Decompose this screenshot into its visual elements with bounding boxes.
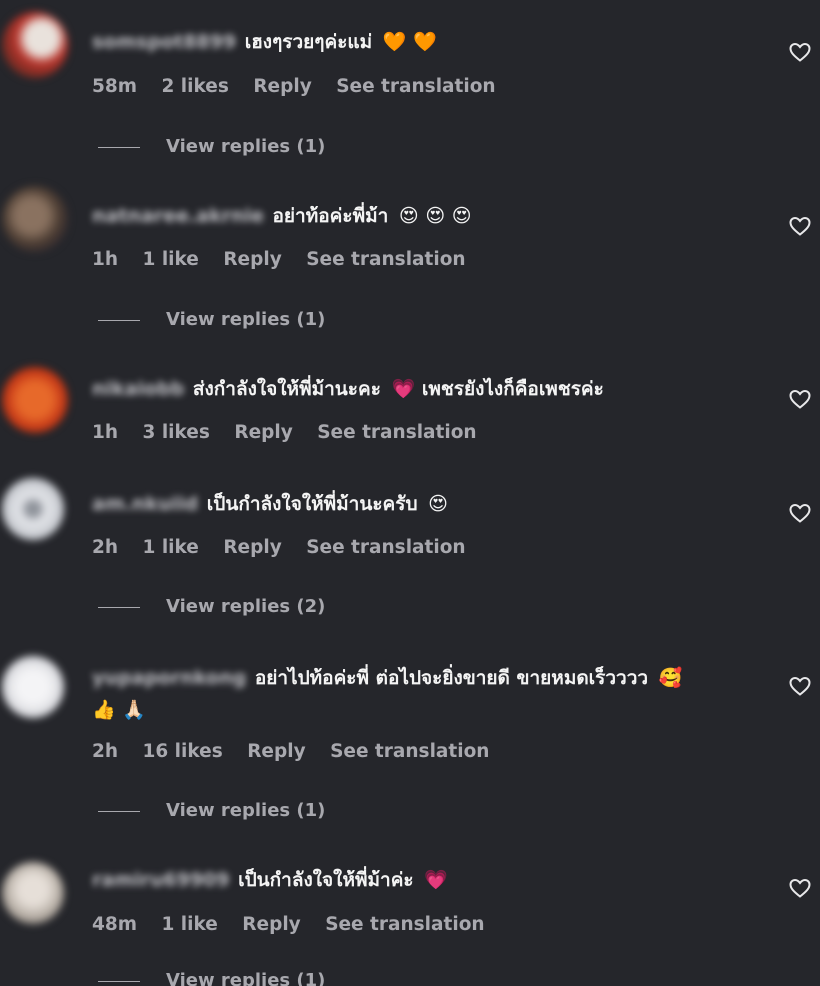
comment-message: อย่าไปท้อค่ะพี่ ต่อไปจะยิ่งขายดี ขายหมดเ…	[254, 667, 649, 689]
view-replies-label[interactable]: View replies (1)	[166, 136, 325, 157]
see-translation-button[interactable]: See translation	[325, 914, 484, 935]
heart-emoji: 💗	[424, 869, 448, 891]
view-replies-button[interactable]: View replies (2)	[98, 596, 325, 617]
reply-button[interactable]: Reply	[247, 741, 305, 762]
see-translation-button[interactable]: See translation	[317, 422, 476, 443]
like-heart-icon[interactable]	[788, 674, 812, 698]
likes-count[interactable]: 1 like	[143, 249, 199, 270]
comment-username[interactable]: nikaiobb	[92, 373, 184, 405]
like-heart-icon[interactable]	[788, 40, 812, 64]
replies-divider	[98, 810, 140, 812]
like-heart-icon[interactable]	[788, 501, 812, 525]
comment-message: เป็นกำลังใจให้พี่ม้านะครับ	[206, 493, 418, 515]
comment-time: 2h	[92, 537, 119, 558]
like-heart-icon[interactable]	[788, 387, 812, 411]
reply-button[interactable]: Reply	[223, 537, 281, 558]
comment-meta: 2h 16 likes Reply See translation	[92, 741, 507, 762]
likes-count[interactable]: 3 likes	[143, 422, 210, 443]
see-translation-button[interactable]: See translation	[330, 741, 489, 762]
heart-eyes-emoji: 😍 😍 😍	[398, 205, 472, 227]
view-replies-label[interactable]: View replies (1)	[166, 800, 325, 821]
see-translation-button[interactable]: See translation	[306, 249, 465, 270]
view-replies-button[interactable]: View replies (1)	[98, 800, 325, 821]
avatar[interactable]	[2, 478, 64, 540]
avatar[interactable]	[2, 367, 68, 433]
comment-message-continued: เพชรยังไงก็คือเพชรค่ะ	[421, 378, 604, 400]
avatar[interactable]	[2, 186, 68, 252]
comment-meta: 48m 1 like Reply See translation	[92, 914, 503, 935]
heart-eyes-emoji: 😍	[428, 493, 448, 515]
reply-button[interactable]: Reply	[234, 422, 292, 443]
comment-username[interactable]: ramiru69909	[92, 864, 230, 896]
likes-count[interactable]: 1 like	[161, 914, 217, 935]
reply-button[interactable]: Reply	[223, 249, 281, 270]
view-replies-button[interactable]: View replies (1)	[98, 136, 325, 157]
likes-count[interactable]: 2 likes	[161, 76, 228, 97]
reply-button[interactable]: Reply	[242, 914, 300, 935]
like-heart-icon[interactable]	[788, 214, 812, 238]
comment-time: 58m	[92, 76, 138, 97]
avatar[interactable]	[2, 656, 64, 718]
thumbs-up-emoji: 👍 🙏🏻	[92, 699, 146, 721]
view-replies-label[interactable]: View replies (1)	[166, 970, 325, 986]
comment-username[interactable]: natnaree.akrnie	[92, 200, 264, 232]
comment-text: yupapornkong อย่าไปท้อค่ะพี่ ต่อไปจะยิ่ง…	[92, 662, 730, 726]
comment-text: natnaree.akrnie อย่าท้อค่ะพี่ม้า 😍 😍 😍	[92, 200, 730, 232]
comment-time: 48m	[92, 914, 138, 935]
like-heart-icon[interactable]	[788, 876, 812, 900]
comment-message: ส่งกำลังใจให้พี่ม้านะคะ	[192, 378, 381, 400]
comment-meta: 2h 1 like Reply See translation	[92, 537, 484, 558]
comment-meta: 1h 1 like Reply See translation	[92, 249, 484, 270]
view-replies-button[interactable]: View replies (1)	[98, 309, 325, 330]
comment-meta: 1h 3 likes Reply See translation	[92, 422, 495, 443]
view-replies-label[interactable]: View replies (1)	[166, 309, 325, 330]
replies-divider	[98, 606, 140, 608]
view-replies-button[interactable]: View replies (1)	[98, 970, 325, 986]
comment-username[interactable]: yupapornkong	[92, 662, 246, 694]
replies-divider	[98, 146, 140, 148]
heart-emoji: 🧡 🧡	[382, 31, 437, 53]
comment-text: ramiru69909 เป็นกำลังใจให้พี่ม้าค่ะ 💗	[92, 864, 730, 896]
comment-time: 1h	[92, 422, 119, 443]
avatar[interactable]	[2, 12, 68, 78]
comment-text: am.nkuiid เป็นกำลังใจให้พี่ม้านะครับ 😍	[92, 488, 730, 520]
see-translation-button[interactable]: See translation	[306, 537, 465, 558]
view-replies-label[interactable]: View replies (2)	[166, 596, 325, 617]
comment-time: 1h	[92, 249, 119, 270]
comment-meta: 58m 2 likes Reply See translation	[92, 76, 514, 97]
replies-divider	[98, 319, 140, 321]
comment-message: อย่าท้อค่ะพี่ม้า	[272, 205, 389, 227]
heart-emoji: 💗	[391, 378, 416, 400]
comment-username[interactable]: am.nkuiid	[92, 488, 198, 520]
comment-username[interactable]: somspot8899	[92, 26, 236, 58]
replies-divider	[98, 980, 140, 982]
comment-time: 2h	[92, 741, 119, 762]
likes-count[interactable]: 1 like	[143, 537, 199, 558]
likes-count[interactable]: 16 likes	[143, 741, 223, 762]
comment-message: เป็นกำลังใจให้พี่ม้าค่ะ	[238, 869, 414, 891]
comment-message: เฮงๆรวยๆค่ะแม่	[244, 31, 373, 53]
see-translation-button[interactable]: See translation	[336, 76, 495, 97]
comment-text: somspot8899 เฮงๆรวยๆค่ะแม่ 🧡 🧡	[92, 26, 730, 58]
reply-button[interactable]: Reply	[253, 76, 311, 97]
comment-text: nikaiobb ส่งกำลังใจให้พี่ม้านะคะ 💗 เพชรย…	[92, 373, 730, 405]
smiling-hearts-emoji: 🥰	[658, 667, 683, 689]
comments-feed: somspot8899 เฮงๆรวยๆค่ะแม่ 🧡 🧡 58m 2 lik…	[0, 0, 820, 986]
avatar[interactable]	[2, 862, 64, 924]
